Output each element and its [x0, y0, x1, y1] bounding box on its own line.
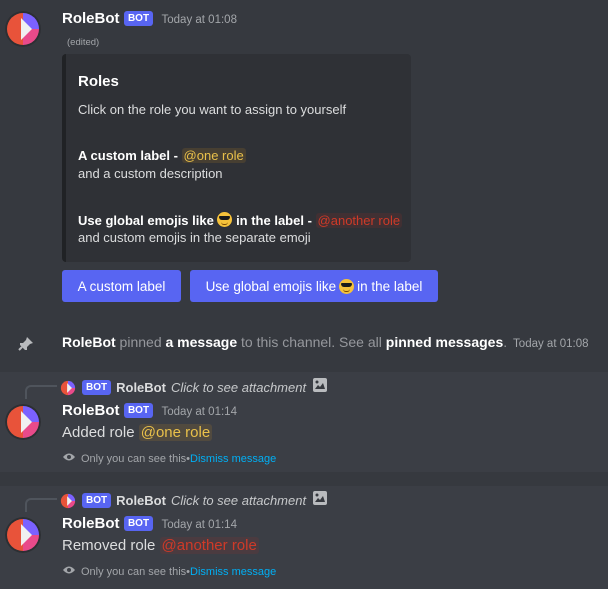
message-header: RoleBot BOT Today at 01:08 [62, 10, 237, 28]
reply-context[interactable]: BOT RoleBot Click to see attachment [60, 377, 328, 398]
reply-context[interactable]: BOT RoleBot Click to see attachment [60, 490, 328, 511]
embed-title: Roles [78, 73, 119, 90]
sunglasses-emoji-icon [217, 212, 233, 227]
bot-avatar[interactable] [5, 404, 41, 440]
field-1-label: A custom label - [78, 148, 182, 163]
message-content: Removed role @another role [62, 537, 259, 554]
field-2-label-b: in the label - [232, 213, 316, 228]
embed-field-2: Use global emojis like in the label - @a… [78, 212, 403, 228]
field-2-label-a: Use global emojis like [78, 213, 218, 228]
image-icon [312, 490, 328, 511]
bot-avatar[interactable] [5, 11, 41, 47]
reply-bot-badge: BOT [82, 380, 112, 395]
eye-icon [62, 452, 76, 465]
pinned-message-link[interactable]: a message [166, 334, 238, 350]
global-emoji-button[interactable]: Use global emojis like in the label [190, 270, 438, 302]
reply-avatar [60, 493, 76, 509]
dismiss-message-link[interactable]: Dismiss message [190, 453, 276, 465]
embed-description: Click on the role you want to assign to … [78, 102, 347, 117]
bot-badge: BOT [123, 403, 154, 418]
roles-embed: Roles Click on the role you want to assi… [62, 54, 411, 262]
role-mention-one[interactable]: @one role [138, 424, 213, 441]
message-header: RoleBot BOT Today at 01:14 [62, 515, 237, 533]
reply-spine [25, 385, 57, 399]
reply-author[interactable]: RoleBot [116, 493, 166, 508]
pinned-messages-link[interactable]: pinned messages [386, 334, 504, 350]
only-you-text: Only you can see this [81, 452, 187, 465]
timestamp[interactable]: Today at 01:14 [162, 406, 237, 418]
pin-system-message: RoleBot pinned a message to this channel… [62, 334, 589, 350]
reply-spine [25, 498, 57, 512]
global-emoji-button-text-b: in the label [357, 278, 423, 294]
bot-badge: BOT [123, 11, 154, 26]
pin-dot: . [503, 334, 508, 350]
author-name[interactable]: RoleBot [62, 10, 120, 27]
custom-label-button[interactable]: A custom label [62, 270, 181, 302]
author-name[interactable]: RoleBot [62, 402, 120, 419]
role-mention-one[interactable]: @one role [181, 148, 246, 163]
reply-preview[interactable]: Click to see attachment [171, 380, 306, 395]
timestamp[interactable]: Today at 01:14 [162, 519, 237, 531]
reply-bot-badge: BOT [82, 493, 112, 508]
embed-field-1: A custom label - @one role [78, 148, 246, 163]
pin-icon [17, 335, 35, 358]
ephemeral-note: Only you can see this • Dismiss message [62, 452, 276, 465]
edited-label: (edited) [67, 37, 100, 48]
sunglasses-emoji-icon [339, 278, 355, 294]
dismiss-message-link[interactable]: Dismiss message [190, 566, 276, 578]
role-mention-another[interactable]: @another role [315, 213, 403, 228]
eye-icon [62, 565, 76, 578]
message-header: RoleBot BOT Today at 01:14 [62, 402, 237, 420]
pin-text-1: pinned [115, 334, 166, 350]
message-text: Added role [62, 424, 139, 441]
pin-text-2: to this channel. See all [237, 334, 386, 350]
field-1-description: and a custom description [78, 166, 223, 181]
reply-preview[interactable]: Click to see attachment [171, 493, 306, 508]
message-content: Added role @one role [62, 424, 213, 441]
image-icon [312, 377, 328, 398]
bot-badge: BOT [123, 516, 154, 531]
ephemeral-note: Only you can see this • Dismiss message [62, 565, 276, 578]
timestamp[interactable]: Today at 01:08 [162, 14, 237, 26]
only-you-text: Only you can see this [81, 565, 187, 578]
pin-author[interactable]: RoleBot [62, 334, 116, 350]
custom-label-button-text: A custom label [77, 278, 166, 294]
reply-avatar [60, 380, 76, 396]
message-text: Removed role [62, 537, 160, 554]
field-2-description: and custom emojis in the separate emoji [78, 230, 311, 245]
global-emoji-button-text-a: Use global emojis like [205, 278, 337, 294]
role-mention-another[interactable]: @another role [159, 537, 259, 554]
reply-author[interactable]: RoleBot [116, 380, 166, 395]
bot-avatar[interactable] [5, 517, 41, 553]
author-name[interactable]: RoleBot [62, 515, 120, 532]
pin-timestamp[interactable]: Today at 01:08 [513, 338, 588, 350]
